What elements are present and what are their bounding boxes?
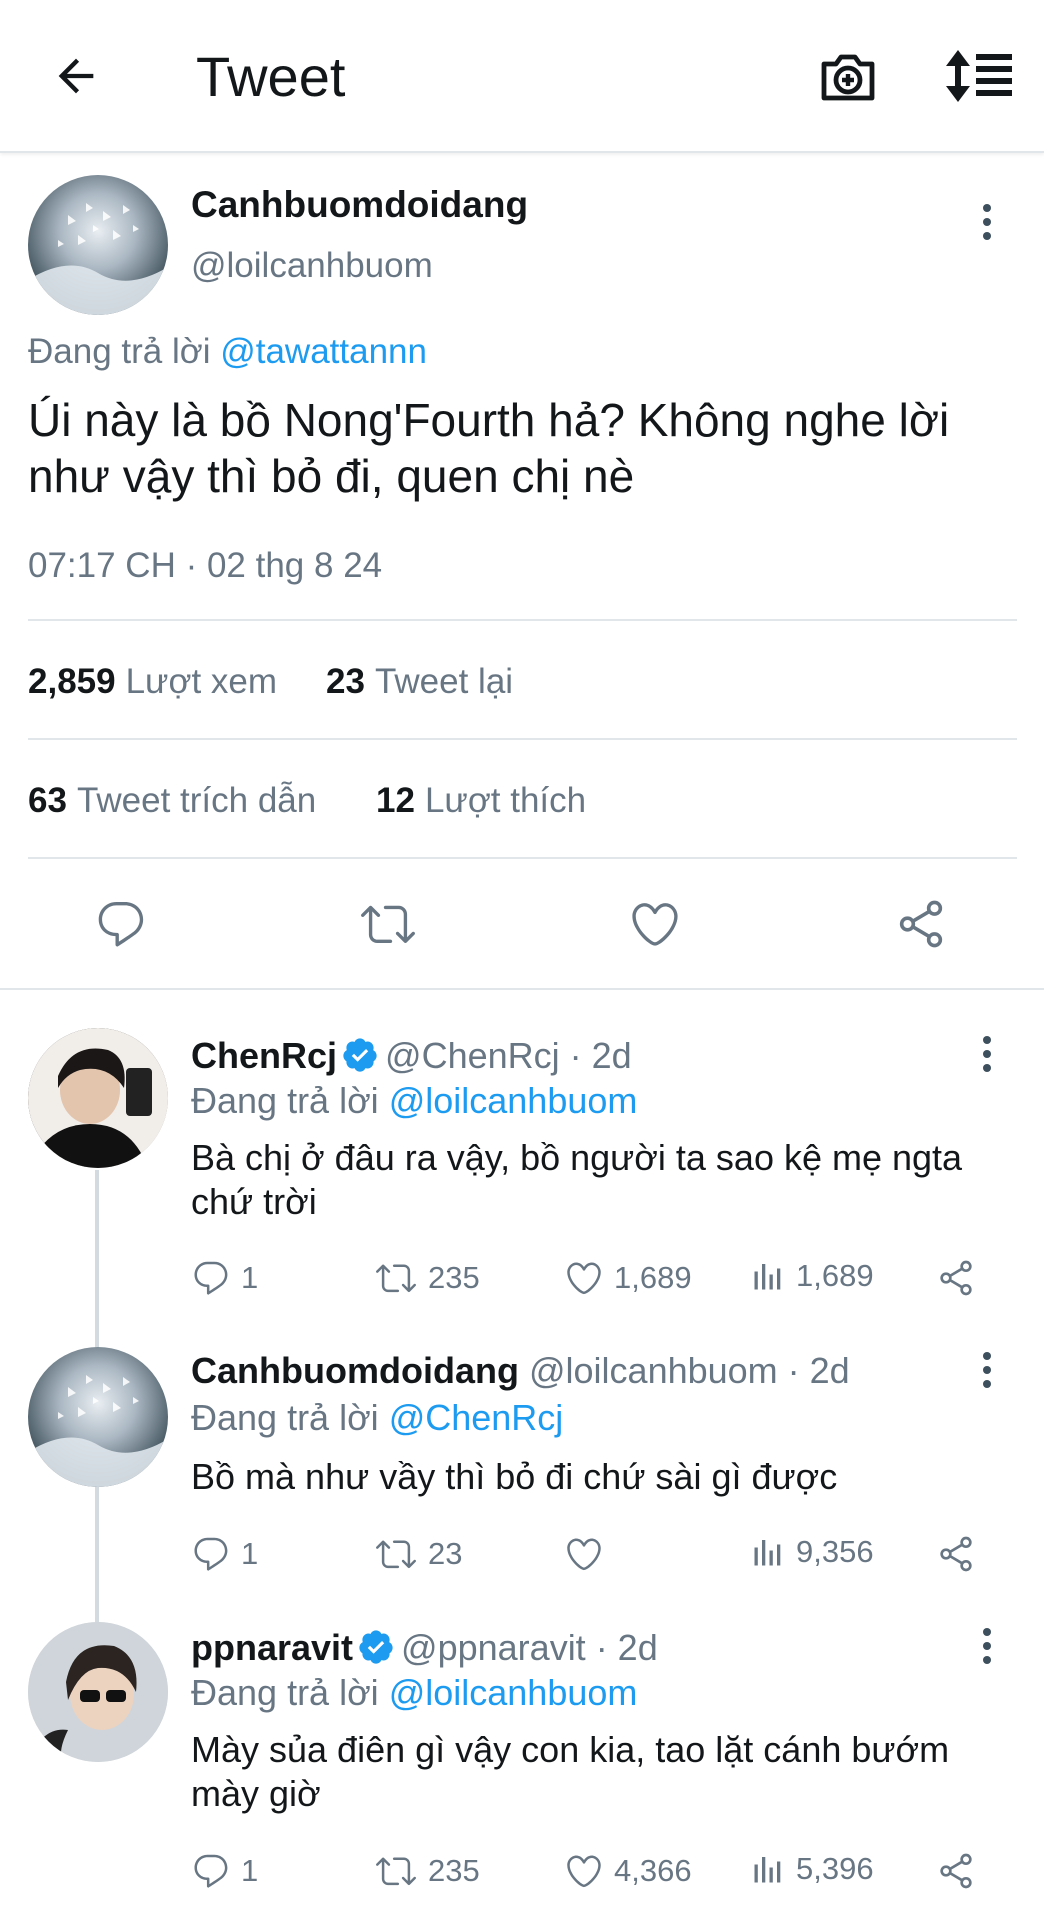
- like-button[interactable]: [564, 1534, 614, 1574]
- avatar[interactable]: [28, 1347, 168, 1487]
- section-divider: [0, 988, 1044, 990]
- reply-header: Canhbuomdoidang @loilcanhbuom · 2d: [191, 1350, 850, 1392]
- sort-icon[interactable]: [944, 46, 1014, 106]
- replying-to-link[interactable]: @loilcanhbuom: [389, 1672, 638, 1713]
- reply-count: 1: [241, 1260, 259, 1295]
- display-name[interactable]: ppnaravit: [191, 1627, 353, 1668]
- quotes-stat[interactable]: 63 Tweet trích dẫn: [28, 781, 316, 821]
- replying-to-link[interactable]: @ChenRcj: [389, 1397, 564, 1438]
- replying-to: Đang trả lời @loilcanhbuom: [191, 1080, 637, 1122]
- share-button[interactable]: [936, 1851, 976, 1891]
- likes-label: Lượt thích: [424, 781, 587, 820]
- camera-plus-icon[interactable]: [818, 48, 878, 104]
- retweet-button[interactable]: [358, 897, 418, 951]
- reply-count: 1: [241, 1853, 259, 1888]
- more-options-icon[interactable]: [980, 1350, 994, 1390]
- quotes-label: Tweet trích dẫn: [76, 781, 317, 820]
- replying-to: Đang trả lời @ChenRcj: [191, 1397, 563, 1439]
- retweets-count: 23: [326, 662, 365, 701]
- like-count: 4,366: [614, 1853, 692, 1888]
- more-options-icon[interactable]: [980, 202, 994, 242]
- retweet-button[interactable]: 23: [374, 1534, 462, 1574]
- tweet-timestamp: 07:17 CH · 02 thg 8 24: [28, 546, 383, 585]
- more-options-icon[interactable]: [980, 1626, 994, 1666]
- views-stat: 2,859 Lượt xem: [28, 662, 277, 702]
- divider: [28, 738, 1017, 740]
- back-arrow-icon[interactable]: [50, 50, 102, 102]
- like-count: 1,689: [614, 1260, 692, 1295]
- verified-badge-icon: [357, 1628, 395, 1666]
- divider: [28, 857, 1017, 859]
- likes-stat[interactable]: 12 Lượt thích: [376, 781, 586, 821]
- user-handle[interactable]: @loilcanhbuom: [191, 246, 433, 286]
- replying-label: Đang trả lời: [191, 1672, 379, 1713]
- like-button[interactable]: 4,366: [564, 1851, 692, 1891]
- replying-to: Đang trả lời @tawattannn: [28, 332, 427, 372]
- reply-text: Bồ mà như vầy thì bỏ đi chứ sài gì được: [191, 1456, 838, 1497]
- display-name[interactable]: Canhbuomdoidang: [191, 184, 528, 226]
- retweet-button[interactable]: 235: [374, 1851, 480, 1891]
- reply-button[interactable]: 1: [191, 1258, 258, 1298]
- retweet-count: 235: [428, 1853, 480, 1888]
- avatar[interactable]: [28, 1028, 168, 1168]
- reply-text: Bà chị ở đâu ra vậy, bồ người ta sao kệ …: [191, 1137, 963, 1222]
- replying-to-link[interactable]: @tawattannn: [220, 332, 427, 371]
- handle-and-time[interactable]: @ppnaravit · 2d: [401, 1627, 658, 1668]
- retweet-button[interactable]: 235: [374, 1258, 480, 1298]
- share-button[interactable]: [936, 1534, 976, 1574]
- view-count: 9,356: [796, 1534, 874, 1569]
- page-title: Tweet: [196, 45, 346, 108]
- share-button[interactable]: [936, 1258, 976, 1298]
- retweets-label: Tweet lại: [374, 662, 514, 701]
- views-button[interactable]: 9,356: [750, 1534, 874, 1570]
- person-avatar-image: [28, 1028, 168, 1168]
- butterfly-avatar-image: [28, 203, 168, 315]
- share-button[interactable]: [894, 897, 948, 951]
- view-count: 5,396: [796, 1851, 874, 1886]
- views-button[interactable]: 1,689: [750, 1258, 874, 1294]
- retweets-stat[interactable]: 23 Tweet lại: [326, 662, 513, 702]
- replying-to: Đang trả lời @loilcanhbuom: [191, 1672, 637, 1714]
- replying-label: Đang trả lời: [28, 332, 211, 371]
- like-button[interactable]: 1,689: [564, 1258, 692, 1298]
- handle-and-time[interactable]: @ChenRcj · 2d: [385, 1035, 632, 1076]
- avatar[interactable]: [28, 1622, 168, 1762]
- replying-to-link[interactable]: @loilcanhbuom: [389, 1080, 638, 1121]
- like-button[interactable]: [628, 897, 682, 951]
- person-avatar-image: [28, 1622, 168, 1762]
- avatar[interactable]: [28, 175, 168, 315]
- butterfly-avatar-image: [28, 1375, 168, 1487]
- display-name[interactable]: ChenRcj: [191, 1035, 337, 1076]
- reply-header: ppnaravit @ppnaravit · 2d: [191, 1627, 658, 1669]
- views-count: 2,859: [28, 662, 116, 701]
- reply-button[interactable]: [94, 897, 148, 951]
- reply-button[interactable]: 1: [191, 1851, 258, 1891]
- retweet-count: 23: [428, 1536, 463, 1571]
- reply-text: Mày sủa điên gì vậy con kia, tao lặt cán…: [191, 1729, 950, 1814]
- reply-header: ChenRcj @ChenRcj · 2d: [191, 1035, 632, 1077]
- more-options-icon[interactable]: [980, 1034, 994, 1074]
- display-name[interactable]: Canhbuomdoidang: [191, 1350, 519, 1391]
- views-button[interactable]: 5,396: [750, 1851, 874, 1887]
- quotes-count: 63: [28, 781, 67, 820]
- top-app-bar: Tweet: [0, 0, 1044, 153]
- replying-label: Đang trả lời: [191, 1080, 379, 1121]
- view-count: 1,689: [796, 1258, 874, 1293]
- tweet-text: Úi này là bồ Nong'Fourth hả? Không nghe …: [28, 394, 950, 502]
- replying-label: Đang trả lời: [191, 1397, 379, 1438]
- reply-button[interactable]: 1: [191, 1534, 258, 1574]
- verified-badge-icon: [341, 1036, 379, 1074]
- handle-and-time[interactable]: @loilcanhbuom · 2d: [529, 1350, 850, 1391]
- divider: [28, 619, 1017, 621]
- likes-count: 12: [376, 781, 415, 820]
- views-label: Lượt xem: [125, 662, 278, 701]
- retweet-count: 235: [428, 1260, 480, 1295]
- reply-count: 1: [241, 1536, 259, 1571]
